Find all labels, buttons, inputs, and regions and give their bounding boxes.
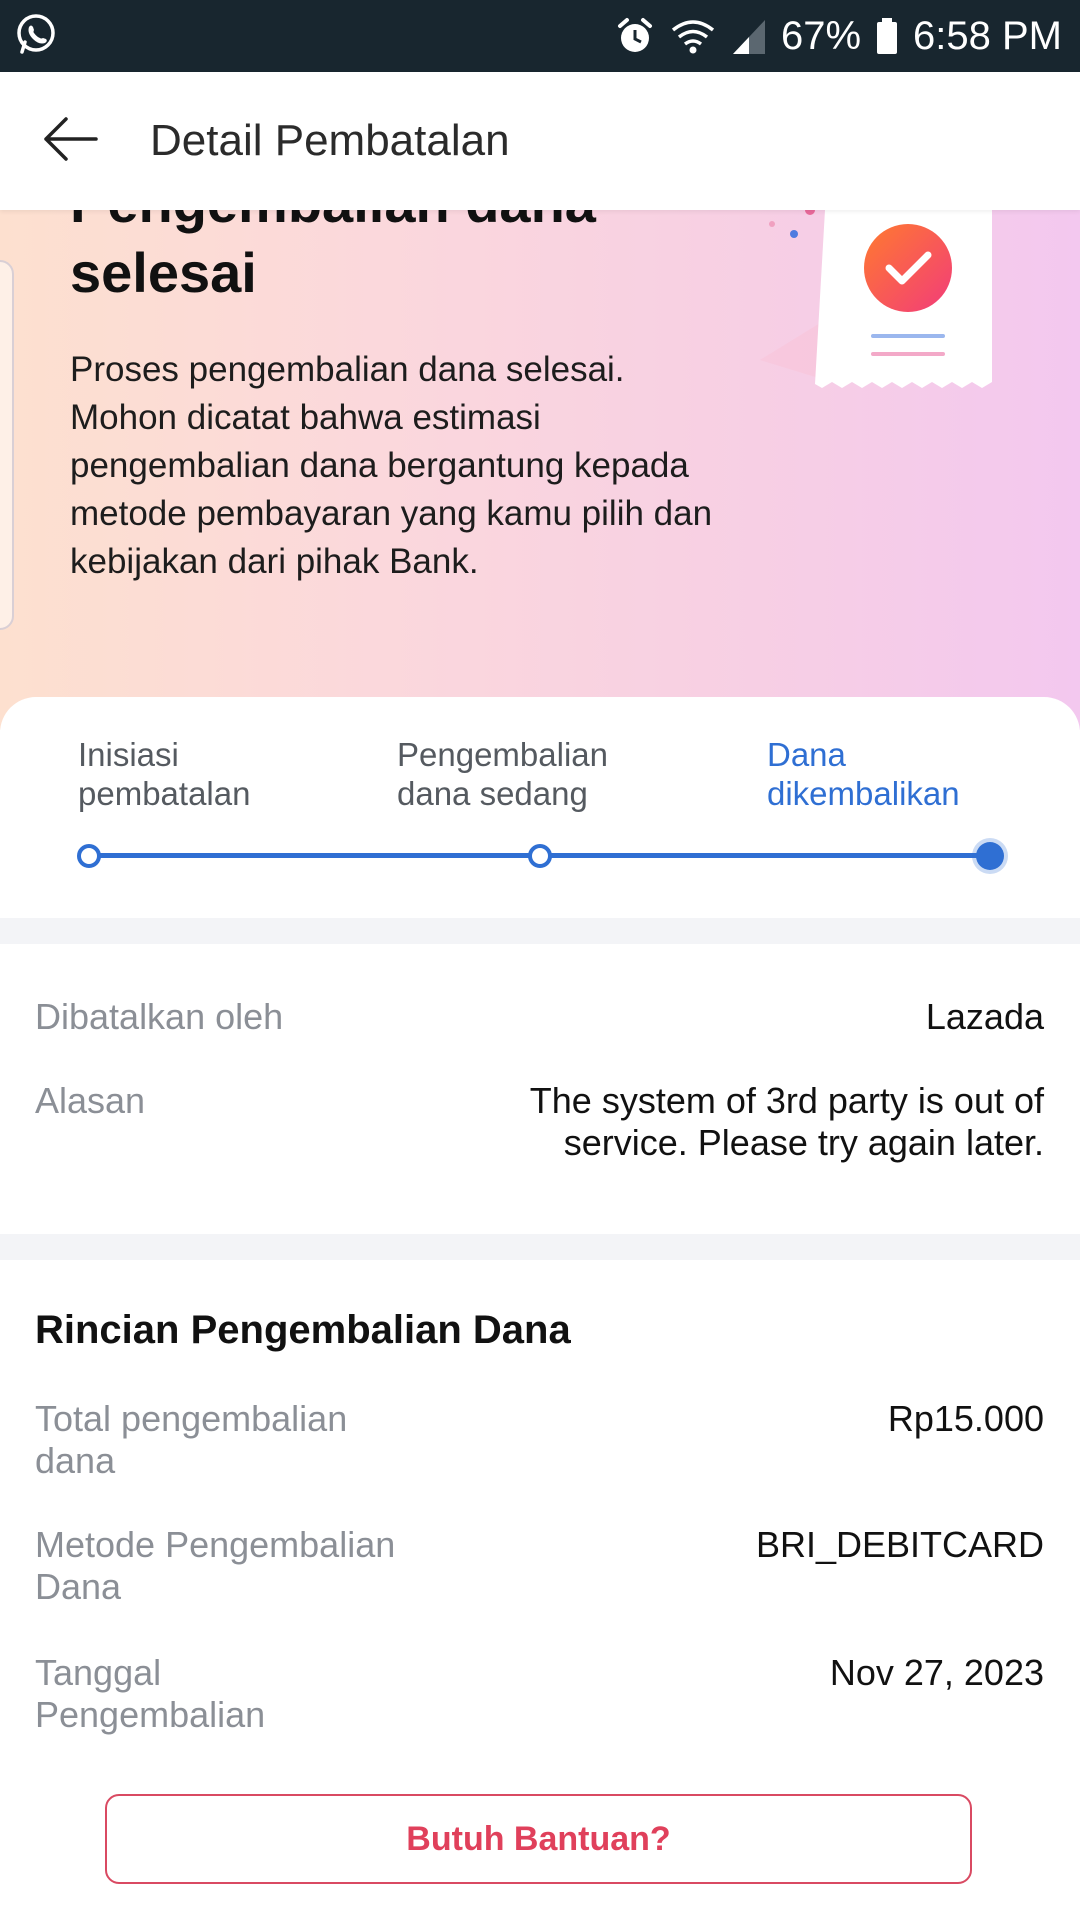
step-label-refunded: Dana dikembalikan	[767, 736, 960, 812]
step-label-processing: Pengembalian dana sedang diproses	[397, 736, 608, 812]
reason-value: The system of 3rd party is out of servic…	[529, 1080, 1044, 1163]
signal-icon	[731, 16, 767, 56]
cancelled-by-value: Lazada	[925, 996, 1044, 1037]
refund-method-label: Metode Pengembalian Dana	[35, 1524, 396, 1607]
step-dot-refunded	[976, 842, 1004, 870]
clock-time: 6:58 PM	[913, 13, 1062, 58]
battery-icon	[875, 16, 899, 56]
total-refund-value: Rp15.000	[887, 1398, 1044, 1439]
section-divider	[0, 918, 1080, 944]
step-dot-processing	[528, 844, 552, 868]
reason-label: Alasan	[35, 1080, 146, 1121]
refund-details-title: Rincian Pengembalian Dana	[35, 1308, 571, 1352]
receipt-check-illustration	[740, 210, 1000, 400]
need-help-button[interactable]: Butuh Bantuan?	[105, 1794, 972, 1884]
refund-date-label: Tanggal Pengembalian	[35, 1652, 266, 1735]
refund-progress-tracker: Inisiasi pembatalan Pengembalian dana se…	[0, 697, 1080, 917]
back-button[interactable]	[0, 72, 140, 210]
section-divider	[0, 1234, 1080, 1260]
alarm-icon	[615, 16, 655, 56]
side-card-edge	[0, 260, 14, 630]
back-arrow-icon	[40, 114, 100, 169]
step-label-initiated: Inisiasi pembatalan	[78, 736, 251, 812]
total-refund-label: Total pengembalian dana	[35, 1398, 348, 1481]
cancelled-by-label: Dibatalkan oleh	[35, 996, 284, 1037]
banner-description: Proses pengembalian dana selesai. Mohon …	[70, 350, 713, 581]
page-title: Detail Pembatalan	[150, 116, 510, 165]
status-bar: 67% 6:58 PM	[0, 0, 1080, 72]
refund-date-value: Nov 27, 2023	[829, 1652, 1044, 1693]
app-bar: Detail Pembatalan	[0, 72, 1080, 210]
banner-title: Pengembalian dana selesai	[70, 210, 596, 304]
whatsapp-icon	[14, 12, 58, 61]
wifi-icon	[669, 16, 717, 56]
refund-method-value: BRI_DEBITCARD	[755, 1524, 1044, 1565]
battery-percent: 67%	[780, 13, 862, 58]
refund-status-banner: Pengembalian dana selesai Proses pengemb…	[0, 210, 1080, 730]
step-dot-initiated	[77, 844, 101, 868]
